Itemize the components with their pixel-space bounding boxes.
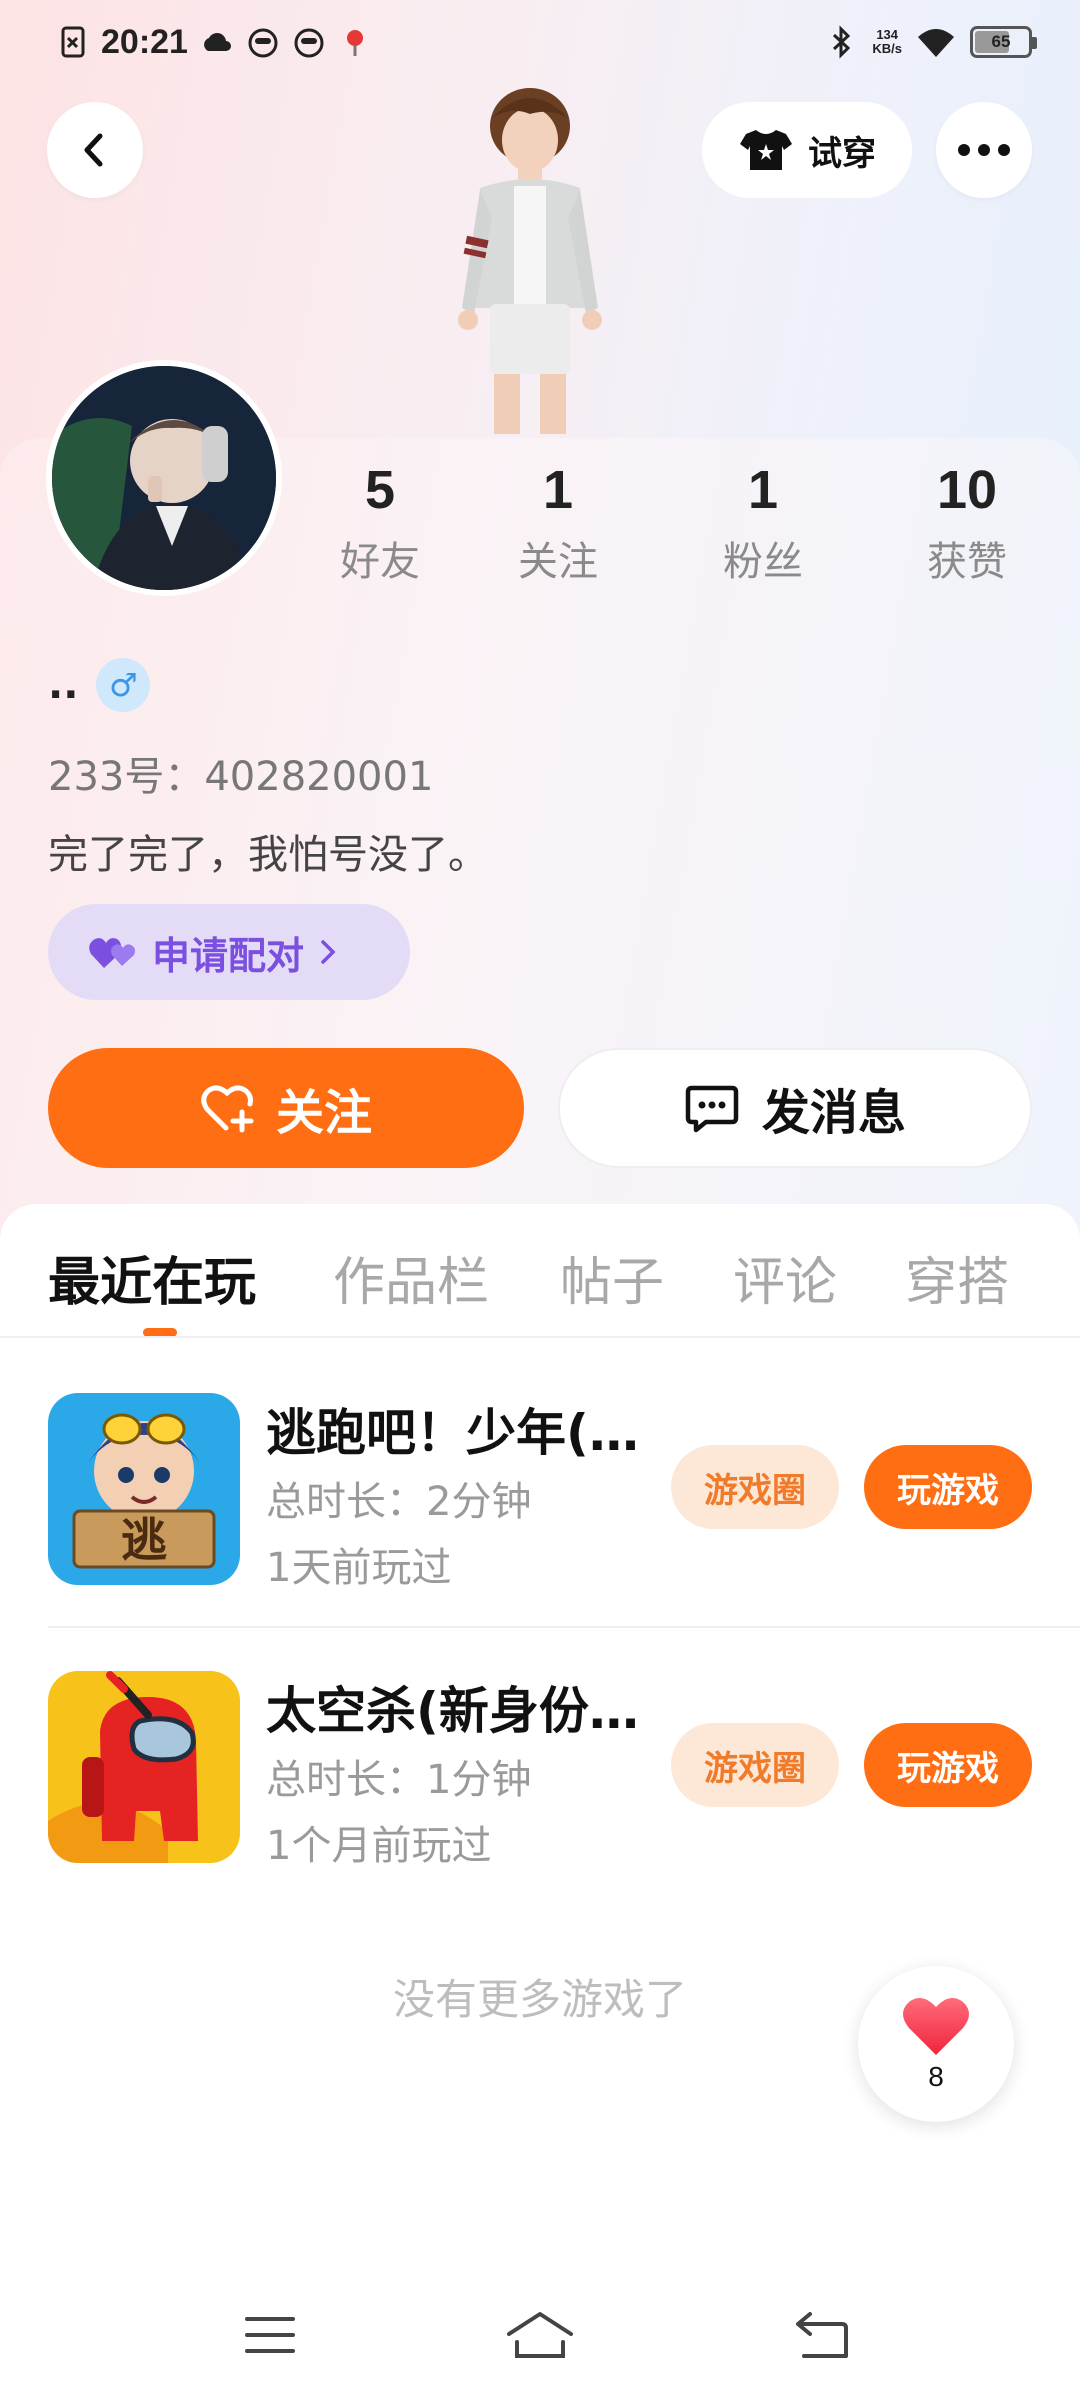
more-button[interactable]	[936, 102, 1032, 198]
stat-value: 10	[936, 460, 998, 520]
try-on-button[interactable]: 试穿	[702, 102, 912, 198]
cloud-icon	[204, 33, 231, 51]
game-circle-button[interactable]: 游戏圈	[671, 1723, 839, 1807]
shirt-icon	[740, 130, 792, 170]
stat-likes[interactable]: 10 获赞	[887, 455, 1047, 587]
stats-row: 5 好友 1 关注 1 粉丝 10 获赞	[300, 455, 1060, 595]
tab-recently-played[interactable]: 最近在玩	[48, 1240, 256, 1315]
send-message-button[interactable]: 发消息	[558, 1048, 1032, 1168]
game-title: 逃跑吧！少年(…	[266, 1404, 639, 1462]
game-icon-art	[48, 1671, 240, 1863]
bio: 完了完了，我怕号没了。	[48, 832, 488, 878]
tab-comments[interactable]: 评论	[733, 1240, 837, 1315]
game-circle-button[interactable]: 游戏圈	[671, 1445, 839, 1529]
stat-following[interactable]: 1 关注	[478, 455, 638, 587]
sim-missing-icon	[61, 26, 85, 58]
home-button[interactable]	[490, 2290, 590, 2380]
game-icon: 逃	[48, 1393, 240, 1585]
game-last-played: 1天前玩过	[266, 1545, 452, 1591]
likes-count: 8	[928, 2061, 944, 2092]
return-icon	[796, 2312, 848, 2358]
tab-works[interactable]: 作品栏	[333, 1240, 489, 1315]
tab-posts[interactable]: 帖子	[560, 1240, 664, 1315]
app-notification-icon	[248, 28, 278, 58]
stat-value: 5	[364, 460, 396, 520]
follow-button[interactable]: 关注	[48, 1048, 524, 1168]
avatar-3d-figure	[458, 88, 602, 434]
stat-label: 好友	[340, 539, 420, 585]
system-back-button[interactable]	[772, 2290, 872, 2380]
battery-level: 65	[991, 32, 1011, 51]
app-notification-icon	[294, 28, 324, 58]
nickname: ..	[48, 662, 79, 708]
chat-bubble-icon	[685, 1085, 739, 1133]
user-id: 233号：402820001	[48, 754, 434, 800]
back-button[interactable]	[47, 102, 143, 198]
request-pair-button[interactable]: 申请配对	[48, 904, 410, 1000]
stat-label: 获赞	[927, 539, 1007, 585]
wifi-icon	[918, 29, 954, 57]
send-message-label: 发消息	[761, 1085, 906, 1141]
game-list-item[interactable]: 逃 逃跑吧！少年(… 总时长：2分钟 1天前玩过 游戏圈 玩游戏	[0, 1393, 1080, 1633]
nickname-row: .. ♂	[48, 655, 151, 715]
recent-apps-button[interactable]	[220, 2290, 320, 2380]
network-speed-unit: KB/s	[872, 41, 902, 56]
system-nav-bar	[0, 2290, 1080, 2380]
clock: 20:21	[101, 22, 188, 61]
stat-label: 粉丝	[723, 539, 803, 585]
location-pin-icon	[346, 30, 363, 56]
stat-value: 1	[747, 460, 779, 520]
avatar-image	[52, 366, 276, 590]
follow-label: 关注	[275, 1085, 372, 1141]
game-icon	[48, 1671, 240, 1863]
game-icon-glyph: 逃	[121, 1513, 167, 1567]
home-icon	[507, 2312, 573, 2358]
game-last-played: 1个月前玩过	[266, 1823, 492, 1869]
game-title: 太空杀(新身份…	[266, 1682, 639, 1740]
menu-icon	[245, 2317, 295, 2353]
request-pair-label: 申请配对	[152, 933, 305, 978]
battery-indicator: 65	[970, 26, 1037, 58]
play-game-button[interactable]: 玩游戏	[864, 1723, 1032, 1807]
bluetooth-icon	[833, 25, 851, 59]
play-game-button[interactable]: 玩游戏	[864, 1445, 1032, 1529]
hearts-icon	[89, 938, 135, 968]
likes-floating-button[interactable]: 8	[858, 1966, 1014, 2122]
status-bar: 20:21 134 KB/s 65	[0, 0, 1080, 84]
heart-icon	[903, 1998, 969, 2055]
stat-friends[interactable]: 5 好友	[300, 455, 460, 587]
game-list-item[interactable]: 太空杀(新身份… 总时长：1分钟 1个月前玩过 游戏圈 玩游戏	[0, 1671, 1080, 1911]
try-on-label: 试穿	[808, 133, 876, 174]
game-icon-art: 逃	[48, 1393, 240, 1585]
chevron-right-icon	[321, 940, 336, 964]
network-speed: 134 KB/s	[872, 28, 902, 56]
heart-plus-icon	[201, 1085, 254, 1133]
divider	[0, 1336, 1080, 1338]
network-speed-value: 134	[876, 27, 899, 42]
game-duration: 总时长：2分钟	[266, 1479, 532, 1525]
stat-fans[interactable]: 1 粉丝	[683, 455, 843, 587]
stat-label: 关注	[518, 539, 598, 585]
stat-value: 1	[542, 460, 574, 520]
gender-male-icon: ♂	[96, 658, 151, 712]
divider	[48, 1626, 1080, 1628]
more-icon	[958, 144, 1010, 156]
avatar[interactable]	[46, 360, 282, 596]
tab-outfits[interactable]: 穿搭	[905, 1240, 1009, 1315]
back-icon	[84, 133, 103, 167]
game-duration: 总时长：1分钟	[266, 1757, 532, 1803]
